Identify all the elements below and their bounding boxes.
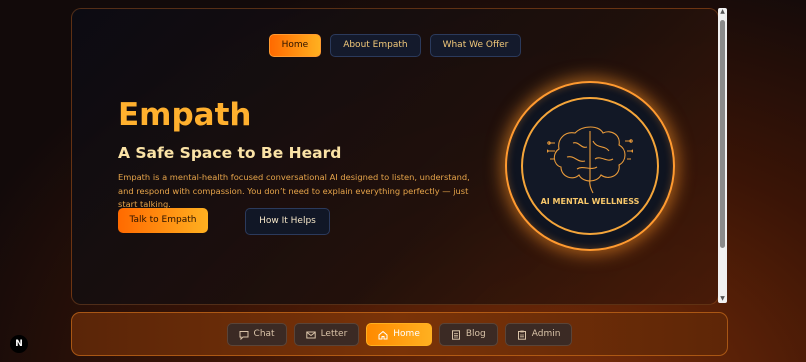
- bottom-nav-label: Admin: [531, 329, 561, 339]
- scrollbar[interactable]: ▲ ▼: [718, 8, 727, 303]
- clipboard-icon: [517, 330, 526, 340]
- main-panel: Home About Empath What We Offer Empath A…: [71, 8, 719, 305]
- document-icon: [451, 329, 460, 340]
- bottom-nav-home[interactable]: Home: [366, 323, 432, 346]
- home-icon: [378, 330, 388, 339]
- hero-subtitle: A Safe Space to Be Heard: [118, 144, 342, 162]
- ai-wellness-badge: AI MENTAL WELLNESS: [505, 81, 675, 251]
- bottom-nav-label: Letter: [320, 329, 348, 339]
- bottom-nav-label: Blog: [465, 329, 486, 339]
- bottom-nav-bar: Chat Letter Home Blog Admin: [71, 312, 728, 356]
- how-it-helps-button[interactable]: How It Helps: [245, 208, 330, 235]
- brain-icon: [547, 126, 633, 194]
- bottom-nav-label: Chat: [253, 329, 275, 339]
- talk-to-empath-button[interactable]: Talk to Empath: [118, 208, 208, 233]
- scroll-up-icon[interactable]: ▲: [719, 9, 726, 15]
- bottom-nav-chat[interactable]: Chat: [226, 323, 287, 346]
- bottom-nav-label: Home: [393, 329, 420, 339]
- hero-description: Empath is a mental-health focused conver…: [118, 172, 470, 209]
- scroll-thumb[interactable]: [720, 20, 725, 248]
- badge-label: AI MENTAL WELLNESS: [540, 197, 640, 206]
- tab-home[interactable]: Home: [268, 34, 322, 57]
- tab-about[interactable]: About Empath: [330, 34, 421, 57]
- chat-icon: [239, 330, 249, 340]
- bottom-nav: Chat Letter Home Blog Admin: [72, 323, 727, 346]
- bottom-nav-admin[interactable]: Admin: [504, 323, 573, 346]
- framework-logo[interactable]: N: [10, 335, 28, 353]
- mail-icon: [305, 331, 316, 338]
- bottom-nav-letter[interactable]: Letter: [293, 323, 360, 346]
- hero-title: Empath: [118, 97, 252, 133]
- bottom-nav-blog[interactable]: Blog: [438, 323, 498, 346]
- tab-offer[interactable]: What We Offer: [429, 34, 522, 57]
- top-nav: Home About Empath What We Offer: [72, 34, 718, 57]
- scroll-down-icon[interactable]: ▼: [719, 296, 726, 302]
